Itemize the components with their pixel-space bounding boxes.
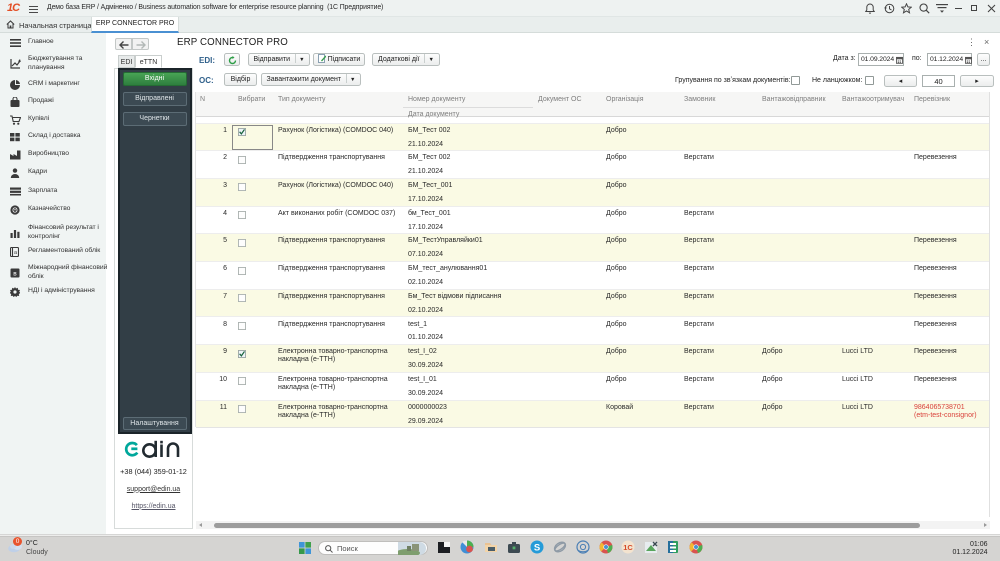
svg-text:1С: 1С xyxy=(623,543,633,552)
svg-text:а: а xyxy=(14,250,18,256)
svg-text:Θ: Θ xyxy=(12,207,18,214)
svg-text:в: в xyxy=(13,271,17,278)
svg-text:S: S xyxy=(534,543,540,554)
